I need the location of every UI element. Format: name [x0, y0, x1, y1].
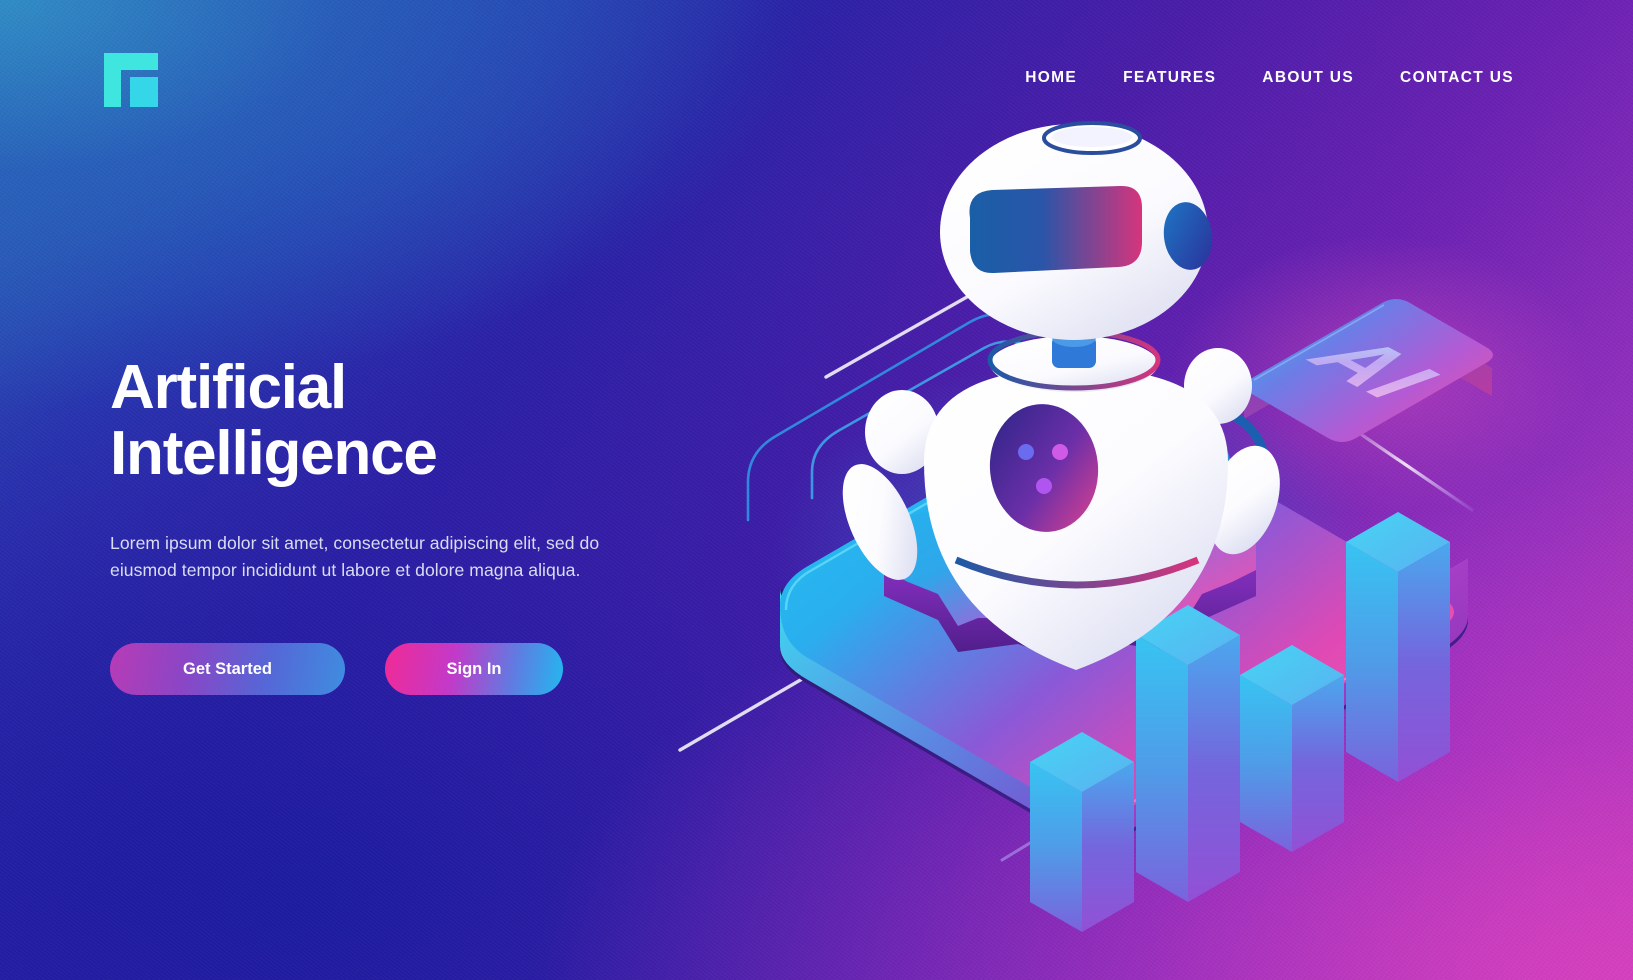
nav-link-about-us[interactable]: ABOUT US	[1239, 69, 1377, 87]
bar-3	[1240, 645, 1344, 852]
main-navigation: HOME FEATURES ABOUT US CONTACT US	[1002, 69, 1537, 87]
site-header: HOME FEATURES ABOUT US CONTACT US	[0, 0, 1633, 155]
hero-paragraph: Lorem ipsum dolor sit amet, consectetur …	[110, 532, 600, 581]
sign-in-button[interactable]: Sign In	[385, 643, 563, 696]
page-title-line-1: Artificial	[110, 353, 347, 422]
bar-2-right	[1188, 635, 1240, 902]
hero-copy: Artificial Intelligence Lorem ipsum dolo…	[110, 353, 750, 696]
logo-square	[130, 76, 158, 107]
bar-4-right	[1398, 542, 1450, 782]
bar-3-left	[1240, 675, 1292, 852]
bar-1-right	[1082, 762, 1134, 932]
robot-visor	[969, 185, 1142, 274]
page-title: Artificial Intelligence	[110, 353, 750, 489]
bar-2	[1136, 605, 1240, 902]
robot-chest-dot-2	[1052, 444, 1068, 460]
hero-cta-group: Get Started Sign In	[110, 643, 750, 696]
bar-1	[1030, 732, 1134, 932]
logo-mark-icon[interactable]	[104, 52, 158, 107]
logo-bar-horizontal	[121, 52, 158, 70]
get-started-button[interactable]: Get Started	[110, 643, 345, 696]
bar-2-left	[1136, 635, 1188, 902]
page-title-line-2: Intelligence	[110, 419, 438, 489]
ai-isometric-illustration: AI	[640, 90, 1633, 980]
nav-link-features[interactable]: FEATURES	[1100, 69, 1239, 87]
robot-chest-dot-1	[1018, 444, 1034, 460]
bar-4-left	[1346, 542, 1398, 782]
bar-4	[1346, 512, 1450, 782]
robot-chest-dot-3	[1036, 478, 1052, 494]
logo-bar-vertical	[104, 52, 121, 107]
bar-1-left	[1030, 762, 1082, 932]
nav-link-home[interactable]: HOME	[1002, 69, 1100, 87]
nav-link-contact-us[interactable]: CONTACT US	[1377, 69, 1537, 87]
page-background: HOME FEATURES ABOUT US CONTACT US Artifi…	[0, 0, 1633, 980]
bar-3-right	[1292, 675, 1344, 852]
